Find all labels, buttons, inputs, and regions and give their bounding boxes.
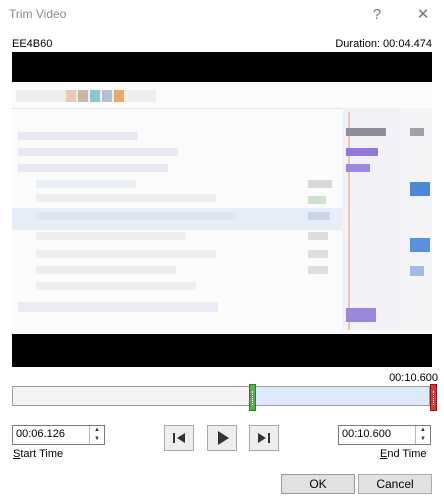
close-button[interactable]: ✕ — [409, 4, 437, 26]
window-title: Trim Video — [9, 7, 67, 21]
start-time-down-icon[interactable]: ▼ — [90, 435, 104, 444]
previous-frame-button[interactable] — [164, 425, 194, 451]
video-preview[interactable] — [12, 52, 432, 367]
video-filename: EE4B60 — [12, 38, 53, 50]
end-time-value[interactable]: 00:10.600 — [342, 428, 391, 440]
start-time-value[interactable]: 00:06.126 — [16, 428, 65, 440]
end-trim-handle[interactable] — [430, 384, 437, 411]
help-icon: ? — [372, 6, 382, 23]
trim-timeline[interactable] — [12, 386, 430, 406]
video-duration: Duration: 00:04.474 — [335, 38, 432, 50]
video-frame-image — [12, 82, 432, 334]
start-trim-handle[interactable] — [249, 384, 256, 411]
previous-frame-icon — [173, 433, 185, 443]
ok-button[interactable]: OK — [281, 474, 355, 494]
start-time-up-icon[interactable]: ▲ — [90, 426, 104, 435]
play-button[interactable] — [207, 425, 237, 451]
next-frame-button[interactable] — [249, 425, 279, 451]
trim-selection — [253, 387, 429, 405]
end-time-label: End Time — [380, 448, 427, 460]
cancel-button[interactable]: Cancel — [358, 474, 432, 494]
end-time-up-icon[interactable]: ▲ — [416, 426, 430, 435]
help-button[interactable]: ? — [363, 4, 391, 26]
start-time-label: Start Time — [13, 448, 64, 460]
end-time-spinner[interactable]: 00:10.600 ▲ ▼ — [338, 425, 431, 445]
end-time-down-icon[interactable]: ▼ — [416, 435, 430, 444]
close-icon: ✕ — [416, 6, 430, 23]
start-time-spinner[interactable]: 00:06.126 ▲ ▼ — [12, 425, 105, 445]
play-icon — [218, 431, 229, 445]
timeline-end-readout: 00:10.600 — [389, 372, 438, 384]
next-frame-icon — [258, 433, 270, 443]
